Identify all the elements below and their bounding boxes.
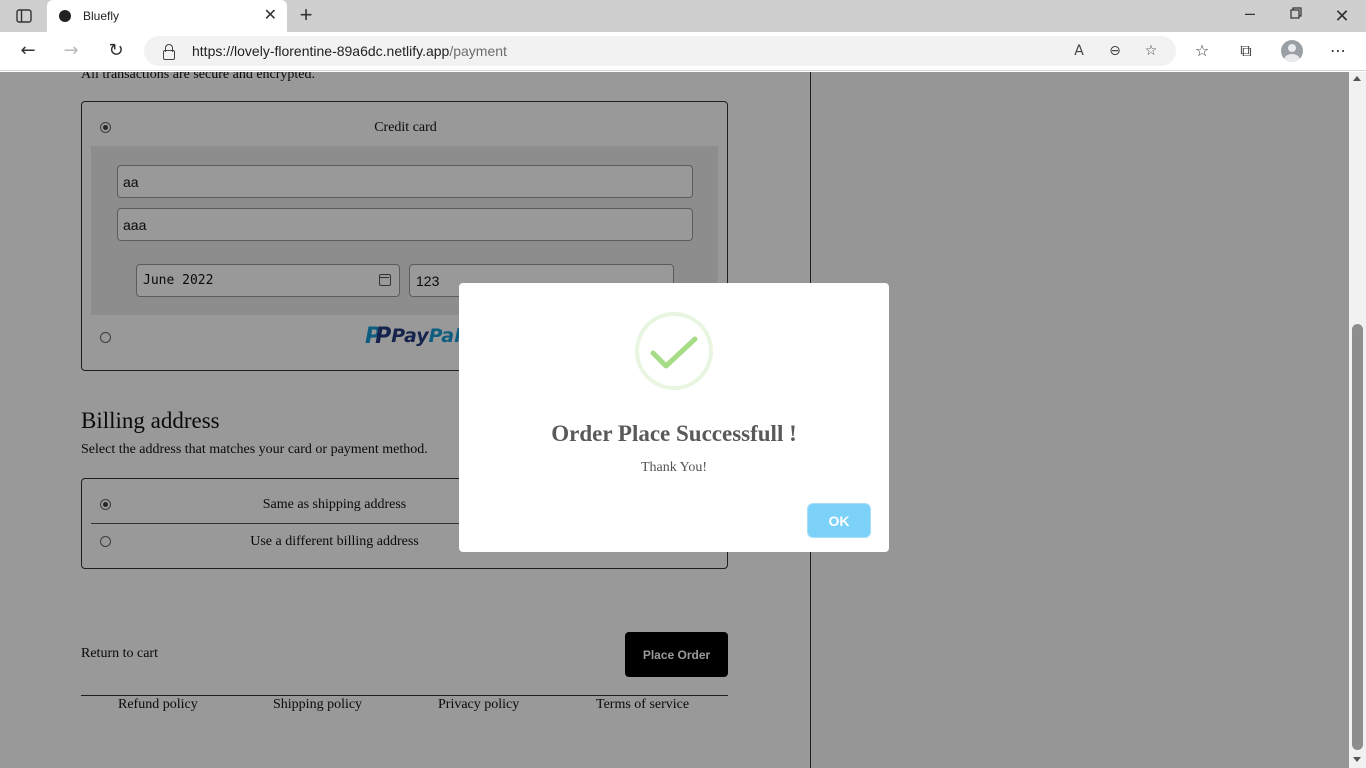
modal-title: Order Place Successfull ! <box>551 421 797 446</box>
scroll-up-arrow-icon[interactable] <box>1353 76 1361 81</box>
address-bar[interactable]: https://lovely-florentine-89a6dc.netlify… <box>144 36 1176 66</box>
browser-toolbar: ← → ↻ https://lovely-florentine-89a6dc.n… <box>0 32 1366 71</box>
zoom-out-icon[interactable]: ⊖ <box>1105 41 1125 61</box>
window-close-icon[interactable]: ✕ <box>1332 6 1352 26</box>
success-check-icon <box>650 336 698 369</box>
scroll-thumb[interactable] <box>1352 324 1363 750</box>
window-minimize-icon[interactable]: – <box>1240 4 1260 26</box>
more-menu-icon[interactable]: ⋯ <box>1326 40 1350 62</box>
success-dialog: Order Place Successfull ! Thank You! OK <box>459 283 889 552</box>
window-restore-icon[interactable] <box>1286 6 1306 26</box>
tab-close-icon[interactable]: ✕ <box>264 8 277 24</box>
browser-tab[interactable]: Bluefly ✕ <box>47 0 287 32</box>
add-favorite-icon[interactable]: ☆ <box>1141 41 1161 61</box>
reload-icon[interactable]: ↻ <box>104 40 128 62</box>
forward-arrow-icon[interactable]: → <box>59 40 83 62</box>
tab-title: Bluefly <box>83 9 120 23</box>
scroll-down-arrow-icon[interactable] <box>1353 757 1361 762</box>
url-path: /payment <box>449 43 507 59</box>
read-aloud-icon[interactable]: A <box>1069 41 1089 61</box>
ok-button[interactable]: OK <box>808 504 870 537</box>
profile-avatar[interactable] <box>1281 40 1303 62</box>
favorites-icon[interactable]: ☆ <box>1190 40 1214 62</box>
modal-text: Thank You! <box>640 460 708 475</box>
tab-actions-icon[interactable] <box>10 6 38 26</box>
new-tab-button[interactable]: + <box>296 4 316 26</box>
collections-icon[interactable]: ⧉ <box>1234 40 1258 62</box>
back-arrow-icon[interactable]: ← <box>16 40 40 62</box>
url-host: https://lovely-florentine-89a6dc.netlify… <box>192 43 450 59</box>
page-scrollbar[interactable] <box>1349 72 1366 768</box>
lock-icon <box>162 44 175 60</box>
browser-tab-bar: Bluefly ✕ + – ✕ <box>0 0 1366 32</box>
site-favicon-icon <box>59 10 71 22</box>
